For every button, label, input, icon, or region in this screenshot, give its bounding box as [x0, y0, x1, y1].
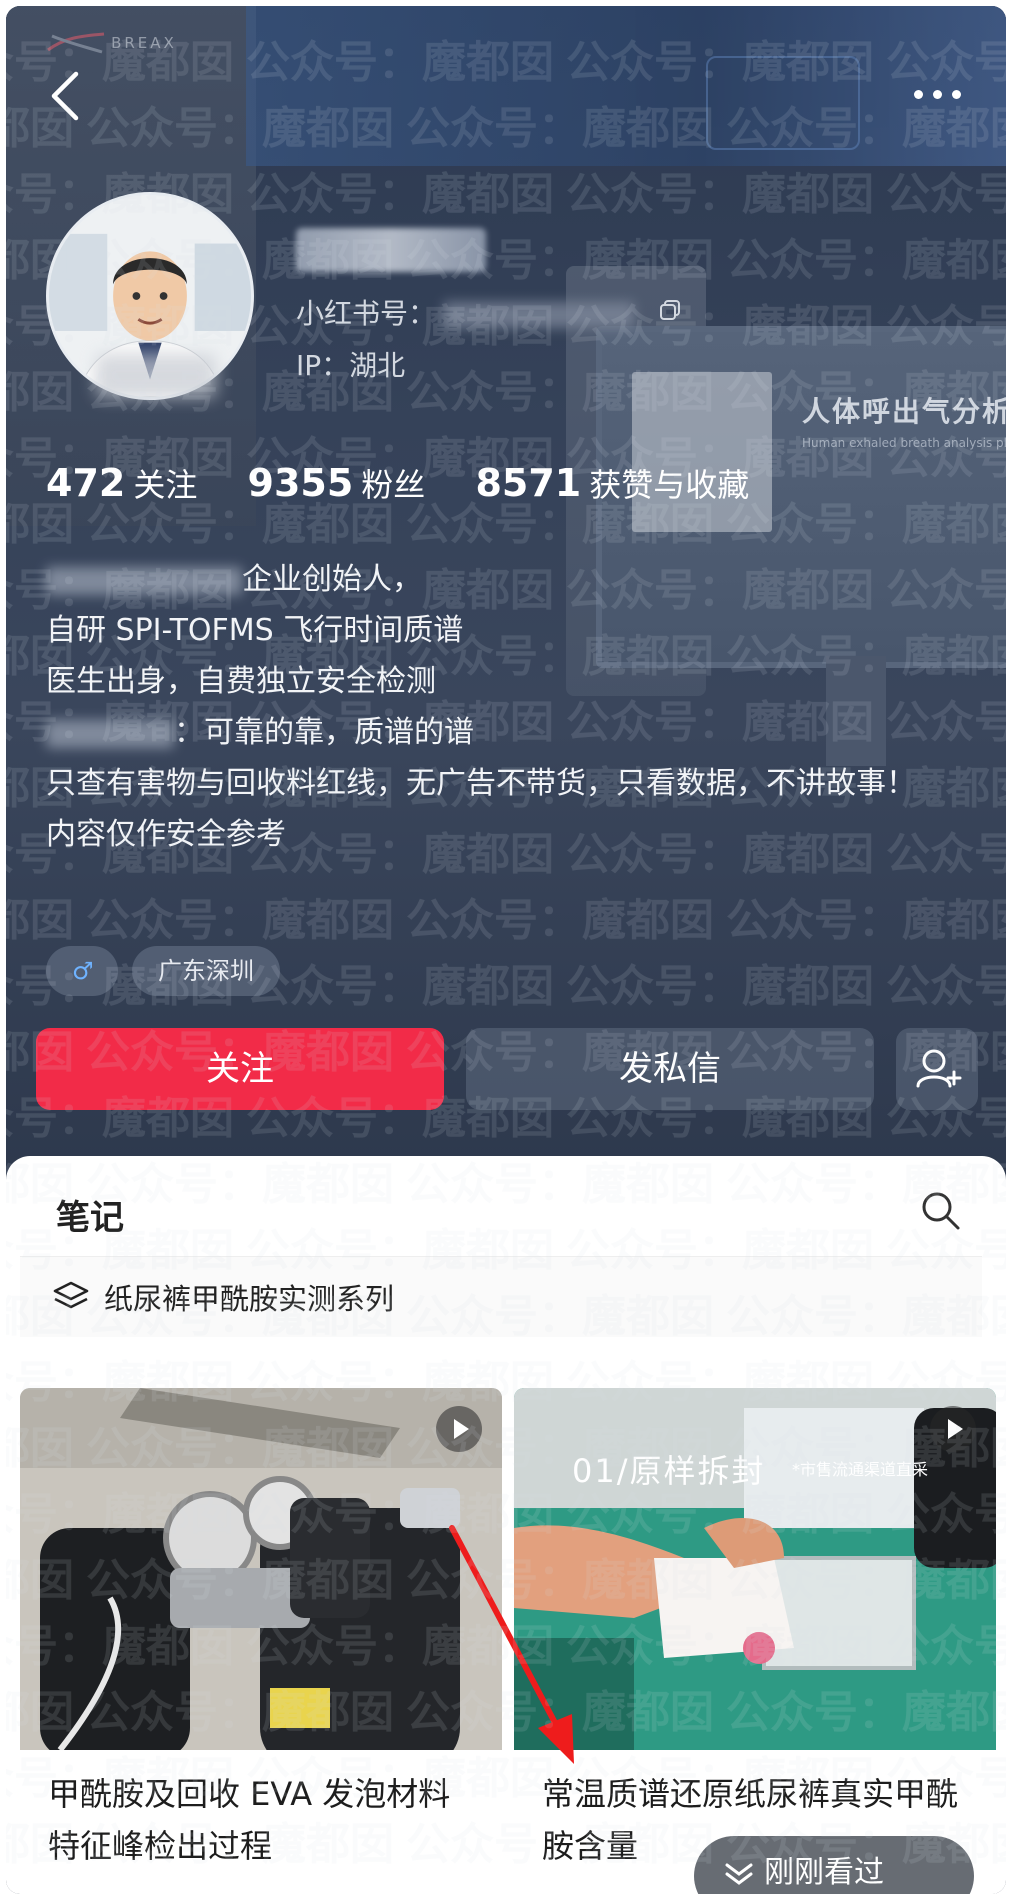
- note-thumbnail: 01/原样拆封 *市售流通渠道直采: [514, 1388, 996, 1750]
- note-caption: 甲酰胺及回收 EVA 发泡材料特征峰检出过程: [48, 1775, 451, 1865]
- logo-text: BREAX: [111, 34, 177, 52]
- bio-line: 医生出身，自费独立安全检测: [46, 664, 436, 699]
- profile-screen: 人体呼出气分析 Human exhaled breath analysis pl…: [6, 6, 1006, 1894]
- monitor-card: [632, 372, 772, 532]
- rednote-id-label: 小红书号：: [296, 297, 437, 330]
- bio-line: 内容仅作安全参考: [46, 817, 286, 852]
- stat-number: 8571: [475, 461, 582, 505]
- follow-button[interactable]: 关注: [36, 1028, 444, 1110]
- unboxing-image: [514, 1388, 996, 1750]
- message-button[interactable]: 发私信: [466, 1028, 874, 1110]
- stat-following[interactable]: 472 关注: [46, 460, 197, 506]
- layers-icon: [53, 1281, 89, 1309]
- bio-line: ：可靠的靠，质谱的谱: [174, 715, 474, 750]
- ip-location: IP：湖北: [296, 349, 406, 382]
- video-play-icon: [930, 1406, 976, 1452]
- video-play-icon: [436, 1406, 482, 1452]
- add-friend-button[interactable]: [896, 1028, 978, 1110]
- chevron-down-icon: [725, 1863, 753, 1885]
- stat-number: 472: [46, 461, 126, 505]
- note-series-title: 纸尿裤甲酰胺实测系列: [104, 1282, 395, 1316]
- stat-followers[interactable]: 9355 粉丝: [248, 460, 426, 506]
- recently-viewed-button[interactable]: 刚刚看过: [694, 1836, 974, 1894]
- add-user-icon: [916, 1049, 962, 1088]
- bio-blurred-name: [46, 719, 174, 748]
- profile-tags: ♂ 广东深圳: [46, 946, 294, 996]
- bio-line: 自研 SPI-TOFMS 飞行时间质谱: [46, 613, 464, 648]
- note-card[interactable]: 01/原样拆封 *市售流通渠道直采 常温质谱还原纸尿裤真实甲酰胺含量: [514, 1388, 996, 1894]
- note-thumbnail: [20, 1388, 502, 1750]
- monitor-title: 人体呼出气分析: [802, 395, 1006, 428]
- back-arrow-icon[interactable]: [46, 68, 86, 124]
- nickname-blurred: [296, 228, 486, 272]
- stat-number: 9355: [247, 461, 354, 505]
- note-series-row[interactable]: 纸尿裤甲酰胺实测系列: [20, 1256, 982, 1337]
- profile-bio: 企业创始人， 自研 SPI-TOFMS 飞行时间质谱 医生出身，自费独立安全检测…: [46, 554, 966, 860]
- stat-label: 获赞与收藏: [589, 466, 750, 504]
- rednote-id-value-blurred: [444, 302, 635, 328]
- video-overlay-note: *市售流通渠道直采: [792, 1460, 929, 1479]
- gender-male-icon: ♂: [46, 946, 118, 996]
- bio-line: 只查有害物与回收料红线，无广告不带货，只看数据，不讲故事！: [46, 766, 916, 801]
- rednote-id: 小红书号：: [296, 292, 635, 332]
- profile-stats: 472 关注 9355 粉丝 8571 获赞与收藏: [46, 460, 789, 506]
- bio-line: 企业创始人，: [242, 562, 422, 597]
- brand-logo: BREAX: [46, 32, 177, 54]
- stat-label: 粉丝: [361, 466, 426, 504]
- copy-icon[interactable]: [658, 298, 682, 322]
- gas-cylinder-image: [20, 1388, 502, 1750]
- background-screen-banner: [246, 6, 1006, 166]
- monitor-subtitle: Human exhaled breath analysis pl: [802, 436, 1006, 450]
- stat-label: 关注: [133, 466, 198, 504]
- notes-tab[interactable]: 笔记: [56, 1190, 124, 1239]
- stat-likes[interactable]: 8571 获赞与收藏: [475, 460, 749, 506]
- bio-blurred-name: [46, 566, 242, 595]
- notes-panel: 笔记 纸尿裤甲酰胺实测系列 甲酰胺及回收 EVA 发泡材料特征峰检出过程 01/…: [6, 1156, 1006, 1894]
- video-overlay-title: 01/原样拆封: [572, 1452, 766, 1490]
- more-options-icon[interactable]: [914, 84, 972, 100]
- note-card[interactable]: 甲酰胺及回收 EVA 发泡材料特征峰检出过程: [20, 1388, 502, 1894]
- logo-mark-icon: [47, 32, 105, 54]
- avatar-caption-blurred: [96, 354, 216, 398]
- location-tag: 广东深圳: [132, 946, 280, 996]
- search-icon[interactable]: [918, 1188, 962, 1232]
- recently-viewed-label: 刚刚看过: [764, 1855, 884, 1890]
